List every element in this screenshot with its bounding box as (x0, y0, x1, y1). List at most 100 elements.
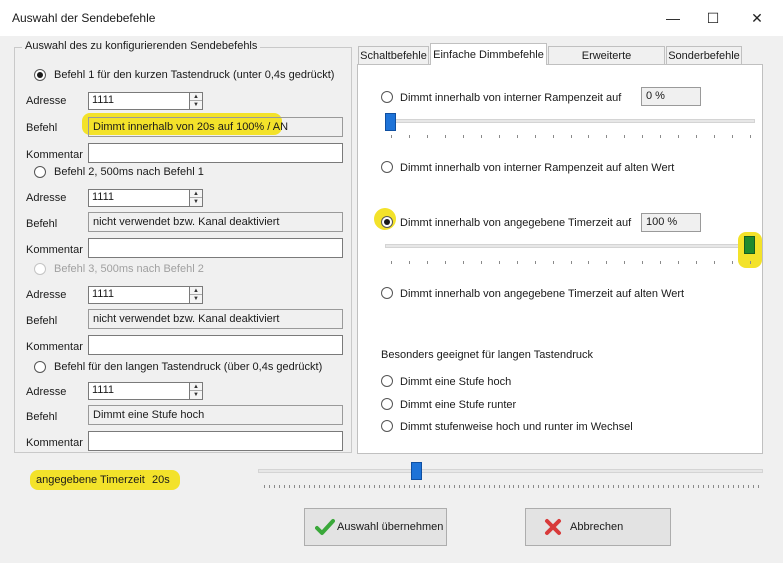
slider-tick (728, 485, 729, 488)
slider-tick (613, 485, 614, 488)
stufe-hoch-radio[interactable] (381, 375, 393, 387)
slider-tick (583, 485, 584, 488)
slider-tick (391, 135, 392, 138)
befehl3-kommentar-input[interactable] (88, 335, 343, 355)
slider-tick (624, 261, 625, 264)
befehl2-kommentar-input[interactable] (88, 238, 343, 258)
slider-tick (553, 485, 554, 488)
befehl3-adresse-spinner[interactable]: ▲ ▼ (189, 286, 203, 304)
befehl1-befehl-label: Befehl (26, 122, 58, 134)
befehl-lang-adresse-spinner[interactable]: ▲ ▼ (189, 382, 203, 400)
dimm-timerzeit-slider-thumb[interactable] (744, 236, 755, 254)
slider-tick (504, 485, 505, 488)
dimm-timerzeit-slider-track[interactable] (385, 244, 755, 248)
spin-down-icon[interactable]: ▼ (190, 391, 202, 399)
slider-tick (608, 485, 609, 488)
slider-tick (758, 485, 759, 488)
spin-up-icon[interactable]: ▲ (190, 383, 202, 391)
slider-tick (494, 485, 495, 488)
abbrechen-label: Abbrechen (570, 521, 624, 533)
befehl2-adresse-spinner[interactable]: ▲ ▼ (189, 189, 203, 207)
befehl-lang-radio[interactable] (34, 361, 46, 373)
slider-tick (713, 485, 714, 488)
dimm-rampenzeit-radio[interactable] (381, 91, 393, 103)
slider-tick (391, 261, 392, 264)
befehl1-kommentar-input[interactable] (88, 143, 343, 163)
spin-up-icon[interactable]: ▲ (190, 287, 202, 295)
befehl1-adresse-spinner[interactable]: ▲ ▼ (189, 92, 203, 110)
slider-tick (753, 485, 754, 488)
slider-tick (429, 485, 430, 488)
slider-tick (404, 485, 405, 488)
befehl3-adresse-input[interactable]: 1111 (88, 286, 190, 304)
slider-tick (738, 485, 739, 488)
befehl2-adresse-input[interactable]: 1111 (88, 189, 190, 207)
timerzeit-slider-thumb[interactable] (411, 462, 422, 480)
befehl-lang-kommentar-input[interactable] (88, 431, 343, 451)
slider-tick (678, 135, 679, 138)
wechsel-label: Dimmt stufenweise hoch und runter im Wec… (400, 421, 633, 433)
befehl1-radio[interactable] (34, 69, 46, 81)
befehl-lang-adresse-input[interactable]: 1111 (88, 382, 190, 400)
tab-einfache-dimmbefehle[interactable]: Einfache Dimmbefehle (430, 43, 547, 65)
auswahl-uebernehmen-button[interactable]: Auswahl übernehmen (304, 508, 447, 546)
slider-tick (553, 135, 554, 138)
befehl3-radio-label: Befehl 3, 500ms nach Befehl 2 (54, 263, 204, 275)
spin-up-icon[interactable]: ▲ (190, 93, 202, 101)
abbrechen-button[interactable]: Abbrechen (525, 508, 671, 546)
tab-sonderbefehle[interactable]: Sonderbefehle (666, 46, 742, 65)
slider-tick (660, 261, 661, 264)
slider-tick (399, 485, 400, 488)
dimm-rampenzeit-slider-track[interactable] (385, 119, 755, 123)
slider-tick (349, 485, 350, 488)
dimm-timerzeit-radio[interactable] (381, 216, 393, 228)
title-bar: Auswahl der Sendebefehle — ☐ ✕ (0, 0, 783, 36)
slider-tick (389, 485, 390, 488)
slider-tick (484, 485, 485, 488)
slider-tick (409, 261, 410, 264)
slider-tick (643, 485, 644, 488)
timerzeit-slider-track[interactable] (258, 469, 763, 473)
slider-tick (558, 485, 559, 488)
slider-tick (481, 261, 482, 264)
befehl2-radio[interactable] (34, 166, 46, 178)
spin-up-icon[interactable]: ▲ (190, 190, 202, 198)
slider-tick (517, 261, 518, 264)
slider-tick (548, 485, 549, 488)
slider-tick (642, 261, 643, 264)
minimize-button[interactable]: — (660, 6, 686, 30)
slider-tick (603, 485, 604, 488)
slider-tick (578, 485, 579, 488)
befehl3-radio[interactable] (34, 263, 46, 275)
befehl-lang-adresse-label: Adresse (26, 386, 67, 398)
slider-tick (384, 485, 385, 488)
dimm-timerzeit-alter-wert-radio[interactable] (381, 287, 393, 299)
stufe-runter-radio[interactable] (381, 398, 393, 410)
slider-tick (509, 485, 510, 488)
slider-tick (499, 485, 500, 488)
befehl2-befehl-label: Befehl (26, 218, 58, 230)
dimm-rampenzeit-slider-thumb[interactable] (385, 113, 396, 131)
close-button[interactable]: ✕ (744, 6, 770, 30)
slider-tick (563, 485, 564, 488)
slider-tick (642, 135, 643, 138)
dimm-rampenzeit-alter-wert-radio[interactable] (381, 161, 393, 173)
slider-tick (528, 485, 529, 488)
slider-tick (588, 135, 589, 138)
wechsel-radio[interactable] (381, 420, 393, 432)
tab-erweiterte-dimmbefehle[interactable]: Erweiterte Dimmbefehle (548, 46, 665, 80)
slider-tick (668, 485, 669, 488)
slider-tick (374, 485, 375, 488)
slider-tick (463, 261, 464, 264)
slider-tick (269, 485, 270, 488)
slider-tick (444, 485, 445, 488)
spin-down-icon[interactable]: ▼ (190, 101, 202, 109)
slider-tick (409, 485, 410, 488)
slider-tick (424, 485, 425, 488)
tab-schaltbefehle[interactable]: Schaltbefehle (358, 46, 429, 65)
befehl1-adresse-input[interactable]: 1111 (88, 92, 190, 110)
maximize-button[interactable]: ☐ (700, 6, 726, 30)
slider-tick (481, 135, 482, 138)
spin-down-icon[interactable]: ▼ (190, 295, 202, 303)
spin-down-icon[interactable]: ▼ (190, 198, 202, 206)
